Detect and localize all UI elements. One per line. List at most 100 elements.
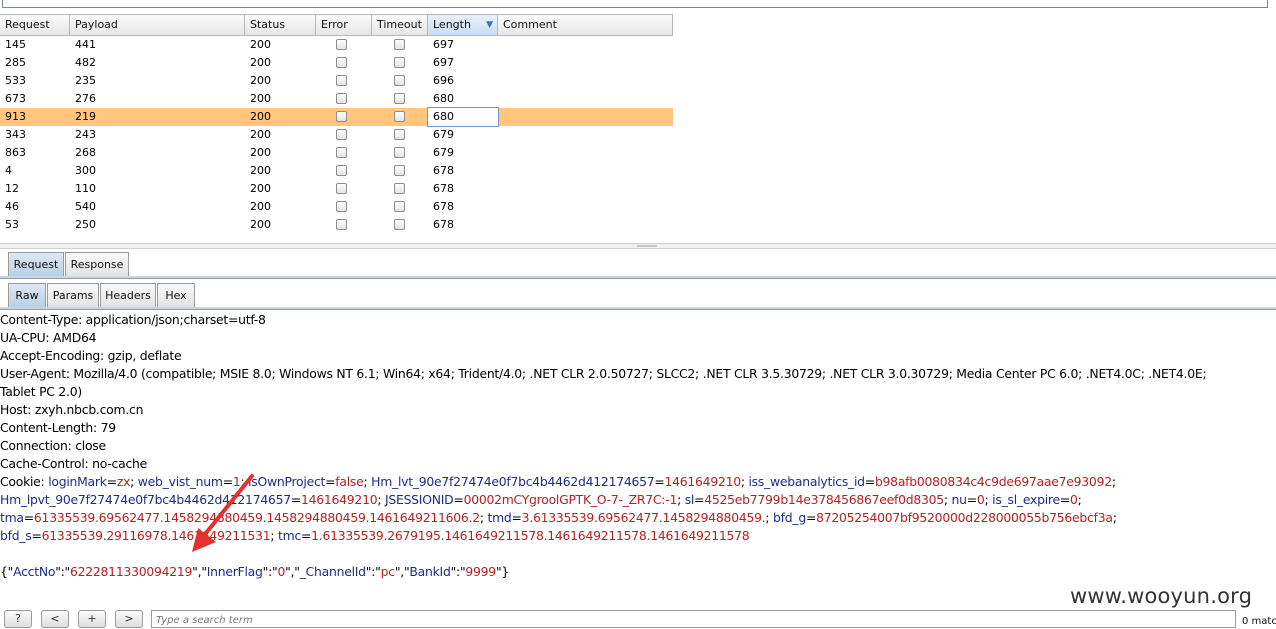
cookie-value: 00002mCYgroolGPTK_O-7-_ZR7C:-1	[463, 492, 678, 507]
tab-response[interactable]: Response	[65, 252, 129, 277]
json-punct: ":"	[262, 564, 278, 579]
json-punct: ":"	[365, 564, 381, 579]
timeout-checkbox[interactable]	[394, 201, 405, 212]
equals-sign: =	[511, 510, 522, 525]
error-checkbox[interactable]	[336, 201, 347, 212]
error-checkbox[interactable]	[336, 111, 347, 122]
cookie-param: Hm_lpvt_90e7f27474e0f7bc4b4462d412174657…	[0, 492, 378, 507]
json-key: AcctNo	[13, 564, 56, 579]
timeout-checkbox[interactable]	[394, 129, 405, 140]
column-header-status[interactable]: Status	[245, 15, 316, 35]
error-checkbox[interactable]	[336, 75, 347, 86]
cookie-param: Hm_lvt_90e7f27474e0f7bc4b4462d412174657=…	[371, 474, 741, 489]
status-cell: 200	[250, 92, 271, 105]
help-button[interactable]: ?	[4, 610, 32, 628]
error-checkbox[interactable]	[336, 147, 347, 158]
timeout-checkbox[interactable]	[394, 75, 405, 86]
json-punct: ":"	[55, 564, 71, 579]
timeout-checkbox[interactable]	[394, 183, 405, 194]
raw-request-editor[interactable]: Content-Type: application/json;charset=u…	[0, 311, 1276, 606]
request-cell: 343	[5, 128, 26, 141]
tab-raw[interactable]: Raw	[8, 283, 46, 308]
column-header-length-label: Length	[433, 18, 471, 31]
tab-headers[interactable]: Headers	[100, 283, 156, 308]
json-key: BankId	[409, 564, 451, 579]
error-checkbox[interactable]	[336, 129, 347, 140]
equals-sign: =	[1059, 492, 1070, 507]
equals-sign: =	[966, 492, 977, 507]
timeout-checkbox[interactable]	[394, 39, 405, 50]
cookie-param: tma=61335539.69562477.1458294880459.1458…	[0, 510, 480, 525]
request-cell: 4	[5, 164, 12, 177]
results-table: Request Payload Status Error Timeout Len…	[0, 13, 1276, 243]
payload-cell: 276	[75, 92, 96, 105]
timeout-checkbox[interactable]	[394, 93, 405, 104]
timeout-checkbox[interactable]	[394, 147, 405, 158]
table-row[interactable]: 343 243 200 679	[0, 126, 673, 144]
search-input[interactable]	[152, 611, 1241, 629]
tab-request[interactable]: Request	[8, 252, 64, 277]
table-row[interactable]: 863 268 200 679	[0, 144, 673, 162]
cookie-line: Hm_lpvt_90e7f27474e0f7bc4b4462d412174657…	[0, 491, 1276, 509]
request-body: {"AcctNo":"6222811330094219","InnerFlag"…	[0, 563, 1276, 581]
cookie-param: loginMark=zx	[48, 474, 130, 489]
pane-splitter[interactable]	[0, 243, 1276, 249]
timeout-checkbox[interactable]	[394, 219, 405, 230]
error-checkbox[interactable]	[336, 165, 347, 176]
request-cell: 53	[5, 218, 19, 231]
separator: ;	[363, 474, 372, 489]
comment-cell	[498, 126, 673, 144]
tab-underline	[0, 307, 1276, 309]
equals-sign: =	[805, 510, 817, 525]
header-line: Connection: close	[0, 438, 106, 453]
column-header-payload[interactable]: Payload	[70, 15, 245, 35]
equals-sign: =	[654, 474, 665, 489]
options-button[interactable]: +	[78, 610, 106, 628]
cookie-param: tmc=1.61335539.2679195.1461649211578.146…	[278, 528, 750, 543]
table-row[interactable]: 53 250 200 678	[0, 216, 673, 234]
next-match-button[interactable]: >	[115, 610, 143, 628]
equals-sign: =	[31, 528, 42, 543]
timeout-cell	[372, 36, 428, 54]
table-row[interactable]: 12 110 200 678	[0, 180, 673, 198]
status-cell: 200	[250, 38, 271, 51]
table-row[interactable]: 145 441 200 697	[0, 36, 673, 54]
error-checkbox[interactable]	[336, 183, 347, 194]
column-header-error[interactable]: Error	[316, 15, 372, 35]
cookie-param: nu=0	[952, 492, 985, 507]
length-cell: 680	[427, 107, 499, 127]
cookie-value: b98afb0080834c4c9de697aae7e93092	[874, 474, 1112, 489]
match-count: 0 matches	[1242, 616, 1276, 627]
table-row[interactable]: 913 219 200 680	[0, 107, 673, 127]
error-checkbox[interactable]	[336, 93, 347, 104]
timeout-checkbox[interactable]	[394, 57, 405, 68]
previous-match-button[interactable]: <	[41, 610, 69, 628]
request-cell: 12	[5, 182, 19, 195]
equals-sign: =	[23, 510, 34, 525]
tab-params[interactable]: Params	[47, 283, 99, 308]
table-row[interactable]: 46 540 200 678	[0, 198, 673, 216]
table-row[interactable]: 533 235 200 696	[0, 72, 673, 90]
column-header-timeout[interactable]: Timeout	[372, 15, 428, 35]
column-header-length[interactable]: Length ▼	[428, 15, 498, 35]
tab-hex[interactable]: Hex	[157, 283, 195, 308]
table-row[interactable]: 673 276 200 680	[0, 90, 673, 108]
error-checkbox[interactable]	[336, 39, 347, 50]
timeout-cell	[372, 126, 428, 144]
payload-cell: 540	[75, 200, 96, 213]
column-header-request[interactable]: Request	[0, 15, 70, 35]
column-header-comment[interactable]: Comment	[498, 15, 673, 35]
table-row[interactable]: 4 300 200 678	[0, 162, 673, 180]
error-checkbox[interactable]	[336, 57, 347, 68]
error-cell	[316, 198, 372, 216]
request-cell: 913	[5, 110, 26, 123]
header-line: Cache-Control: no-cache	[0, 456, 147, 471]
timeout-checkbox[interactable]	[394, 165, 405, 176]
table-row[interactable]: 285 482 200 697	[0, 54, 673, 72]
timeout-checkbox[interactable]	[394, 111, 405, 122]
error-cell	[316, 162, 372, 180]
error-checkbox[interactable]	[336, 219, 347, 230]
cookie-param: is_sl_expire=0	[992, 492, 1078, 507]
request-response-tabs: Request Response	[0, 250, 1276, 279]
cookie-value: 0	[976, 492, 985, 507]
